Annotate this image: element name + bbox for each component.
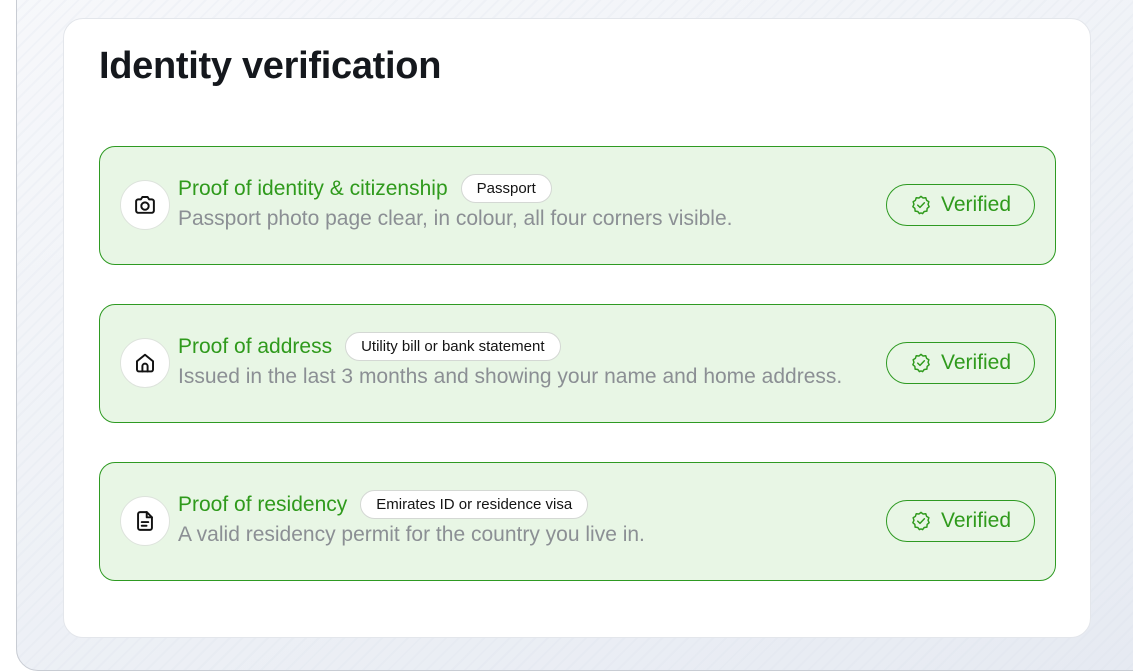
document-title: Proof of residency bbox=[178, 492, 348, 516]
verified-badge-icon bbox=[912, 195, 930, 215]
document-item-identity[interactable]: Proof of identity & citizenship Passport… bbox=[99, 146, 1056, 265]
document-description: Issued in the last 3 months and showing … bbox=[178, 365, 843, 388]
verified-status-badge: Verified bbox=[886, 184, 1035, 226]
verified-status-label: Verified bbox=[940, 193, 1012, 216]
verified-status-badge: Verified bbox=[886, 342, 1035, 384]
document-item-residency[interactable]: Proof of residency Emirates ID or reside… bbox=[99, 462, 1056, 581]
document-item-address[interactable]: Proof of address Utility bill or bank st… bbox=[99, 304, 1056, 423]
verified-status-badge: Verified bbox=[886, 500, 1035, 542]
page-title: Identity verification bbox=[99, 45, 442, 87]
document-description: A valid residency permit for the country… bbox=[178, 523, 645, 546]
camera-icon bbox=[120, 180, 170, 230]
verified-status-label: Verified bbox=[940, 509, 1012, 532]
document-type-tag: Passport bbox=[460, 174, 552, 203]
verified-status-label: Verified bbox=[940, 351, 1012, 374]
identity-verification-card: Identity verification Proof of identity … bbox=[63, 18, 1091, 638]
document-type-tag: Emirates ID or residence visa bbox=[360, 490, 589, 519]
verified-badge-icon bbox=[912, 511, 930, 531]
document-icon bbox=[120, 496, 170, 546]
document-heading: Proof of address Utility bill or bank st… bbox=[178, 332, 561, 361]
document-title: Proof of address bbox=[178, 334, 333, 358]
verified-badge-icon bbox=[912, 353, 930, 373]
document-heading: Proof of identity & citizenship Passport bbox=[178, 174, 552, 203]
home-icon bbox=[120, 338, 170, 388]
document-description: Passport photo page clear, in colour, al… bbox=[178, 207, 733, 230]
document-type-tag: Utility bill or bank statement bbox=[345, 332, 561, 361]
document-title: Proof of identity & citizenship bbox=[178, 176, 448, 200]
document-heading: Proof of residency Emirates ID or reside… bbox=[178, 490, 589, 519]
